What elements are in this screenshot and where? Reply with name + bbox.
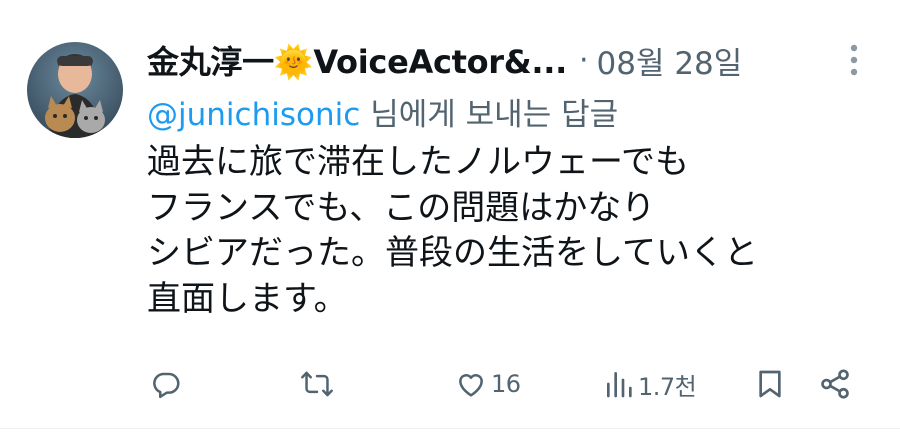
- tweet-text-line: フランスでも、この問題はかなり: [147, 187, 656, 228]
- reply-icon: [150, 368, 182, 400]
- like-count: 16: [491, 370, 521, 398]
- retweet-icon: [300, 368, 334, 400]
- action-bar: 16 1.7천: [0, 357, 900, 411]
- tweet-text-line: 過去に旅で滞在したノルウェーでも: [147, 142, 689, 182]
- retweet-button[interactable]: [300, 357, 334, 411]
- views-button[interactable]: 1.7천: [604, 357, 697, 411]
- bookmark-icon: [755, 368, 785, 400]
- divider: [0, 428, 900, 429]
- views-icon: [604, 368, 634, 400]
- more-options-icon[interactable]: [838, 40, 870, 80]
- like-button[interactable]: 16: [455, 357, 521, 411]
- tweet-text-line: シビアだった。普段の生活をしていくと: [147, 233, 758, 273]
- reply-suffix: 님에게 보내는 답글: [370, 97, 619, 133]
- separator-dot: ·: [578, 42, 589, 78]
- heart-icon: [455, 368, 487, 400]
- tweet[interactable]: 金丸淳一🌞VoiceActor&... · 08월 28일 @junichiso…: [0, 0, 900, 443]
- tweet-text-line: 直面します。: [147, 278, 348, 319]
- timestamp[interactable]: 08월 28일: [597, 38, 743, 83]
- reply-button[interactable]: [150, 357, 182, 411]
- display-name[interactable]: 金丸淳一🌞VoiceActor&...: [147, 37, 567, 83]
- avatar[interactable]: [27, 42, 123, 138]
- bookmark-button[interactable]: [755, 357, 785, 411]
- views-count: 1.7천: [638, 372, 697, 401]
- reply-handle-link[interactable]: @junichisonic: [147, 97, 360, 133]
- share-button[interactable]: [818, 357, 852, 411]
- tweet-header: 金丸淳一🌞VoiceActor&... · 08월 28일: [147, 38, 742, 82]
- share-icon: [818, 367, 852, 401]
- tweet-text: 過去に旅で滞在したノルウェーでも フランスでも、この問題はかなり シビアだった。…: [147, 140, 867, 322]
- reply-context: @junichisonic 님에게 보내는 답글: [147, 89, 618, 134]
